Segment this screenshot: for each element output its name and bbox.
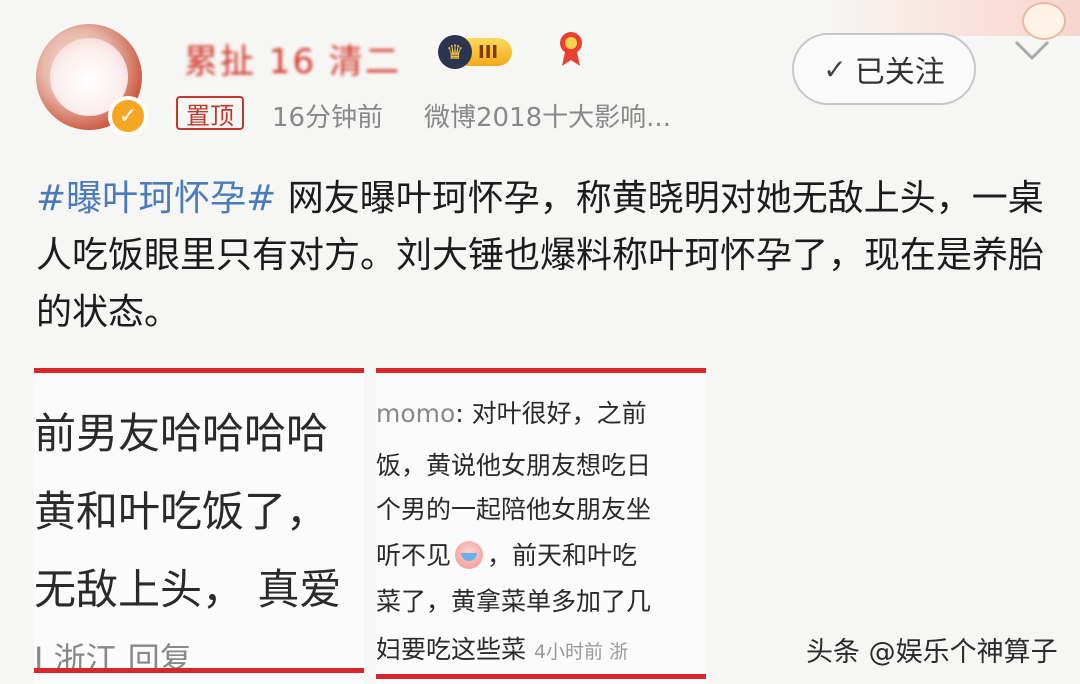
comment-line: 菜了，黄拿菜单多加了几 xyxy=(376,587,652,616)
comment-line: 黄和叶吃饭了， xyxy=(34,487,329,536)
username[interactable]: 累扯 16 清二 xyxy=(184,34,401,82)
comment-line: 个男的一起陪他女朋友坐 xyxy=(376,495,652,524)
comment-line: momo: 对叶很好，之前 xyxy=(376,394,647,430)
medal-icon xyxy=(560,32,582,66)
red-divider xyxy=(34,668,364,673)
comment-screenshot-left[interactable]: 前男友哈哈哈哈 黄和叶吃饭了， 无敌上头， 真爱 I 浙江 回复 xyxy=(34,368,364,684)
post-text: #曝叶珂怀孕# 网友曝叶珂怀孕，称黄晓明对她无敌上头，一桌人吃饭眼里只有对方。刘… xyxy=(36,170,1046,341)
follow-button[interactable]: ✓ 已关注 xyxy=(792,33,976,105)
verified-badge-icon: ✓ xyxy=(108,96,148,136)
comment-screenshot-right[interactable]: momo: 对叶很好，之前 饭，黄说他女朋友想吃日 个男的一起陪他女朋友坐 听不… xyxy=(376,368,706,684)
mascot-icon xyxy=(1022,2,1066,40)
rank-badge[interactable]: ♛ III xyxy=(438,34,540,70)
crown-icon: ♛ xyxy=(438,35,472,69)
comment-text: 妇要吃这些菜 xyxy=(376,635,527,664)
comment-line: 饭，黄说他女朋友想吃日 xyxy=(376,451,652,480)
crying-emoji-icon xyxy=(455,541,484,569)
post-time: 16分钟前 xyxy=(272,103,384,133)
comment-line: 无敌上头， 真爱 xyxy=(34,565,342,614)
chevron-down-icon[interactable] xyxy=(1012,36,1052,66)
red-divider xyxy=(34,368,364,373)
hashtag-link[interactable]: #曝叶珂怀孕# xyxy=(36,178,276,219)
comment-line: 前男友哈哈哈哈 xyxy=(34,409,329,458)
decorative-banner xyxy=(830,0,1080,40)
pinned-tag: 置顶 xyxy=(176,96,244,130)
check-icon: ✓ xyxy=(823,52,847,86)
comment-line: 听不见 ，前天和叶吃 xyxy=(376,536,637,572)
comment-meta: I 浙江 回复 xyxy=(34,640,192,678)
comment-text: 听不见 xyxy=(376,541,452,570)
red-divider xyxy=(376,368,706,373)
comment-line: 妇要吃这些菜 4小时前 浙 xyxy=(376,630,628,666)
follow-label: 已关注 xyxy=(854,55,945,90)
comment-text: : 对叶很好，之前 xyxy=(455,399,647,428)
post-source[interactable]: 微博2018十大影响... xyxy=(424,97,671,134)
comment-time: 4小时前 浙 xyxy=(533,641,629,663)
watermark: 头条 @娱乐个神算子 xyxy=(806,637,1058,668)
red-divider xyxy=(376,674,706,679)
comment-username: momo xyxy=(376,399,456,428)
comment-text: ，前天和叶吃 xyxy=(487,541,638,570)
